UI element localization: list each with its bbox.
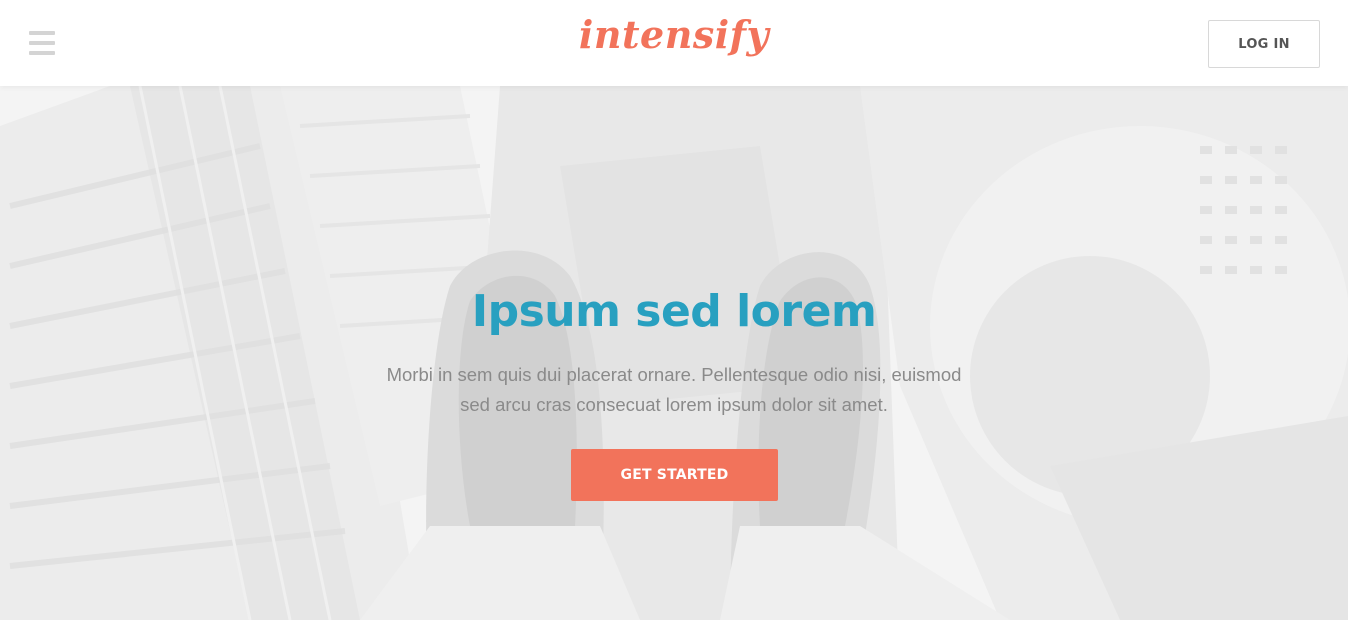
logo-container: intensify bbox=[0, 12, 1348, 57]
hero-section: Ipsum sed lorem Morbi in sem quis dui pl… bbox=[0, 86, 1348, 620]
login-button[interactable]: LOG IN bbox=[1208, 20, 1320, 68]
site-header: intensify LOG IN bbox=[0, 0, 1348, 86]
get-started-button[interactable]: GET STARTED bbox=[571, 449, 778, 501]
hero-subtitle: Morbi in sem quis dui placerat ornare. P… bbox=[386, 364, 962, 415]
site-logo[interactable]: intensify bbox=[579, 12, 769, 57]
hero-background-image bbox=[0, 86, 1348, 620]
hero-title: Ipsum sed lorem bbox=[471, 286, 877, 337]
hamburger-menu-icon[interactable] bbox=[29, 31, 55, 55]
